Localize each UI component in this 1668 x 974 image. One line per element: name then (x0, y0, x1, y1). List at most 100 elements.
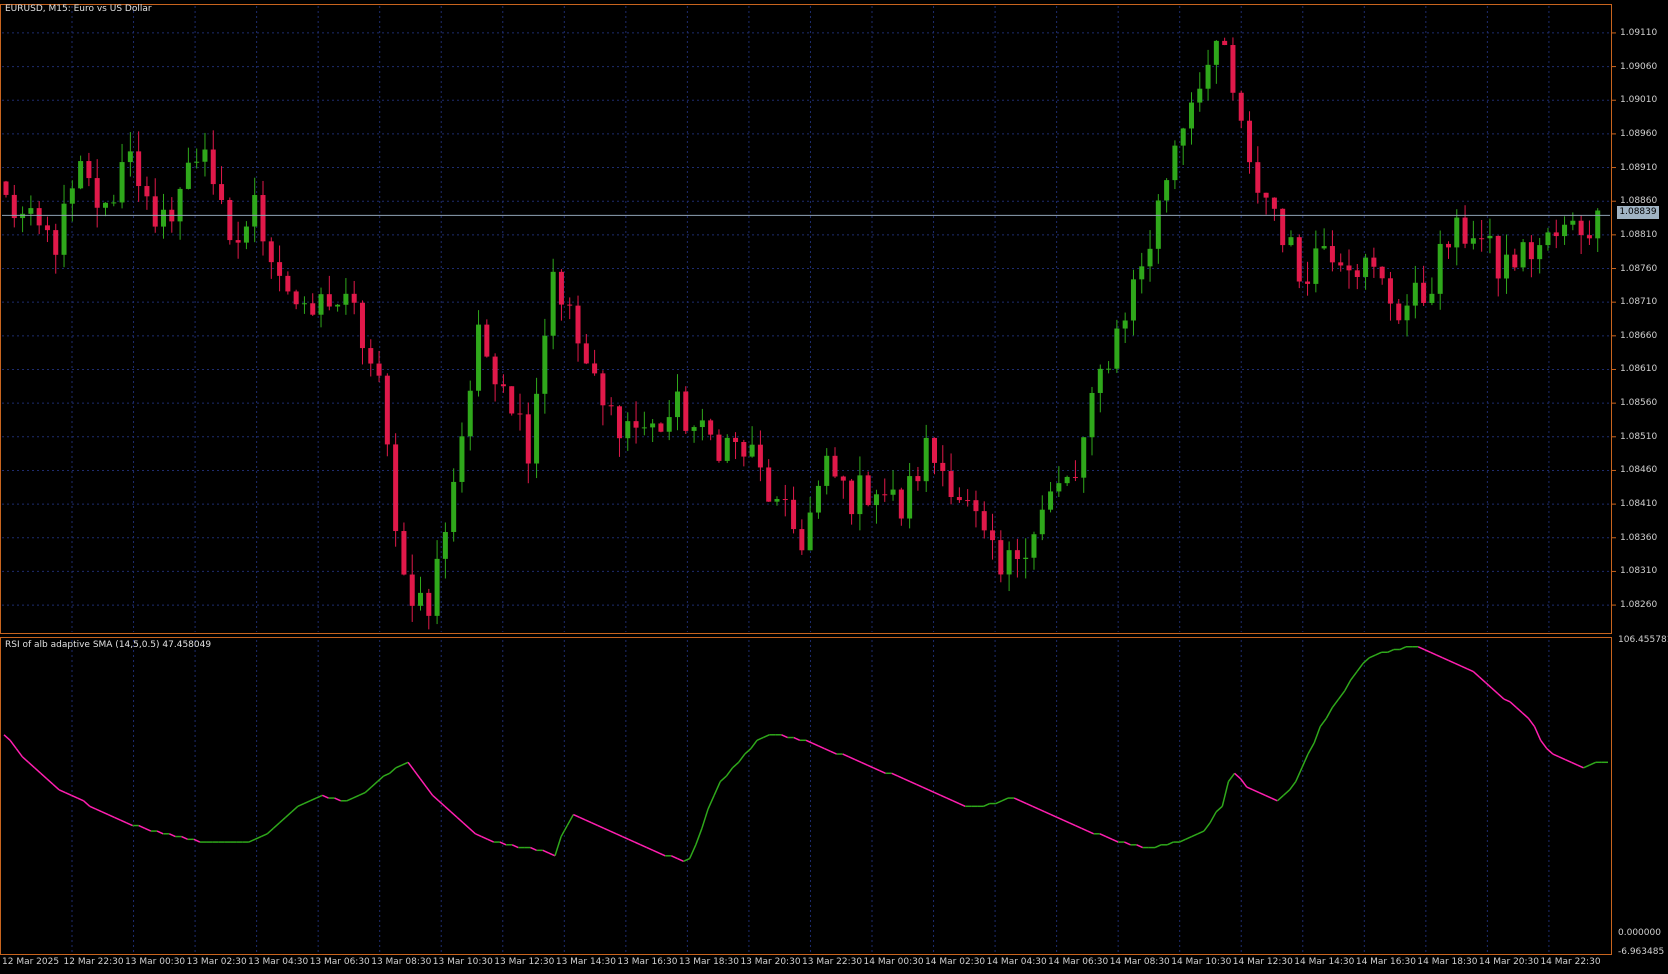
time-axis-label: 14 Mar 20:30 (1478, 957, 1540, 967)
rsi-line-segment (958, 802, 966, 807)
price-axis-label: 1.09060 (1620, 61, 1658, 72)
candle-body (1387, 278, 1393, 304)
price-axis-label: 1.08460 (1620, 465, 1658, 476)
rsi-line-segment (811, 742, 819, 747)
candle-body (757, 444, 763, 468)
rsi-line-segment (1081, 827, 1088, 832)
candle-body (998, 540, 1004, 575)
time-axis-label: 13 Mar 16:30 (617, 957, 678, 967)
candle-body (1354, 270, 1360, 277)
candle-body (1379, 266, 1385, 279)
time-axis-label: 14 Mar 04:30 (986, 957, 1047, 967)
price-axis-label: 1.08660 (1620, 330, 1658, 341)
candle-body (683, 391, 689, 431)
rsi-line-segment (1068, 822, 1076, 827)
rsi-line-segment (1448, 659, 1456, 664)
rsi-line-segment (683, 857, 690, 863)
price-axis-label: 1.08610 (1620, 364, 1658, 375)
candle-body (965, 500, 971, 502)
rsi-line-segment (21, 756, 29, 763)
candle-body (1412, 282, 1418, 306)
rsi-line-segment (395, 764, 403, 769)
candle-body (1470, 238, 1476, 244)
rsi-line-segment (15, 748, 23, 758)
time-axis-label: 14 Mar 06:30 (1048, 957, 1109, 967)
rsi-line-segment (475, 833, 482, 838)
rsi-line-segment (1319, 717, 1327, 727)
rsi-line-segment (1430, 651, 1437, 656)
rsi-line-segment (138, 824, 146, 829)
candle-body (152, 196, 158, 227)
rsi-line-segment (922, 786, 929, 791)
rsi-line-segment (646, 846, 654, 852)
rsi-line-segment (1264, 794, 1272, 799)
rsi-line-segment (652, 849, 660, 854)
rsi-line-segment (278, 816, 287, 824)
candle-body (194, 161, 200, 163)
price-axis-label: 1.08860 (1620, 196, 1658, 207)
rsi-line-segment (95, 808, 103, 813)
rsi-line-segment (1387, 648, 1395, 653)
rsi-line-segment (805, 739, 813, 744)
candle-body (359, 302, 365, 349)
time-axis-label: 13 Mar 04:30 (248, 957, 309, 967)
candle-body (666, 417, 672, 432)
candle-body (368, 348, 374, 364)
rsi-line-segment (1087, 830, 1095, 835)
candle-body (907, 476, 913, 519)
indicator-title: RSI of alb adaptive SMA (14,5,0.5) 47.45… (5, 640, 212, 650)
rsi-line-segment (370, 780, 378, 788)
rsi-line-segment (156, 830, 164, 835)
rsi-line-segment (824, 747, 831, 752)
rsi-line-segment (640, 844, 648, 849)
candle-body (409, 574, 415, 606)
rsi-line-segment (1283, 789, 1291, 796)
rsi-line-segment (297, 802, 305, 807)
rsi-line-segment (34, 767, 42, 774)
candle-body (1329, 246, 1335, 263)
rsi-line-segment (1307, 742, 1315, 755)
rsi-line-segment (628, 838, 635, 843)
rsi-line-segment (903, 778, 911, 783)
rsi-line-segment (1466, 668, 1474, 673)
indicator-axis-label: -6.963485 (1618, 947, 1665, 957)
rsi-line-segment (511, 844, 519, 849)
candle-body (1445, 243, 1451, 248)
candle-body (1031, 534, 1037, 558)
rsi-line-segment (854, 758, 862, 763)
rsi-line-segment (1325, 706, 1334, 719)
rsi-line-segment (346, 797, 354, 802)
candle-body (915, 476, 921, 482)
rsi-line-segment (432, 794, 440, 802)
rsi-line-segment (542, 849, 550, 854)
price-axis-label: 1.08960 (1620, 128, 1658, 139)
candle-body (393, 444, 399, 532)
chart-canvas[interactable] (0, 0, 1668, 974)
rsi-line-segment (983, 802, 990, 807)
time-axis-label: 12 Mar 2025 (2, 957, 60, 967)
candle-body (1172, 145, 1178, 181)
rsi-line-segment (873, 767, 880, 772)
rsi-line-segment (560, 825, 568, 837)
price-axis-label: 1.08810 (1620, 229, 1658, 240)
rsi-line-segment (364, 786, 372, 794)
rsi-line-segment (1564, 758, 1572, 763)
rsi-line-segment (1050, 813, 1058, 818)
candle-body (243, 226, 249, 243)
candle-body (807, 512, 813, 551)
candle-body (550, 271, 556, 336)
rsi-line-segment (1215, 805, 1223, 813)
rsi-line-segment (1111, 838, 1119, 843)
rsi-line-segment (9, 739, 17, 749)
price-axis-label: 1.08260 (1620, 600, 1658, 611)
candle-body (36, 208, 42, 226)
rsi-line-segment (58, 789, 66, 794)
candle-body (11, 194, 17, 219)
candle-body (981, 511, 987, 531)
rsi-line-segment (591, 822, 599, 827)
rsi-line-segment (1295, 767, 1303, 782)
candle-body (650, 423, 656, 428)
candle-body (301, 303, 307, 305)
rsi-line-segment (725, 767, 734, 777)
rsi-line-segment (438, 800, 446, 807)
